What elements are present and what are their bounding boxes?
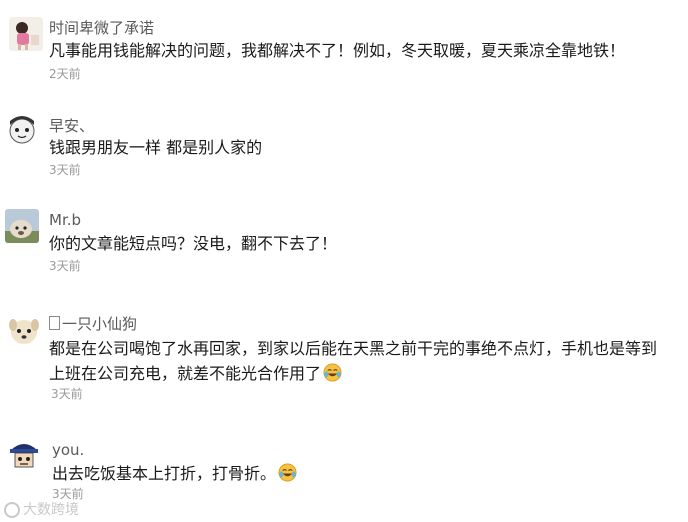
comment-text-line: 出去吃饭基本上打折，打骨折。: [52, 461, 297, 486]
comment-text-segment: 出去吃饭基本上打折，打骨折。: [52, 464, 277, 483]
laughing-tears-emoji-icon: [278, 463, 297, 482]
watermark-text: 大数跨境: [23, 502, 79, 518]
watermark-logo-icon: [4, 502, 20, 518]
commenter-name[interactable]: you.: [52, 441, 84, 459]
comment-item: you. 出去吃饭基本上打折，打骨折。 3天前: [0, 0, 688, 522]
avatar-cartoon-hat-icon[interactable]: [7, 438, 41, 472]
watermark: 大数跨境: [4, 499, 79, 519]
